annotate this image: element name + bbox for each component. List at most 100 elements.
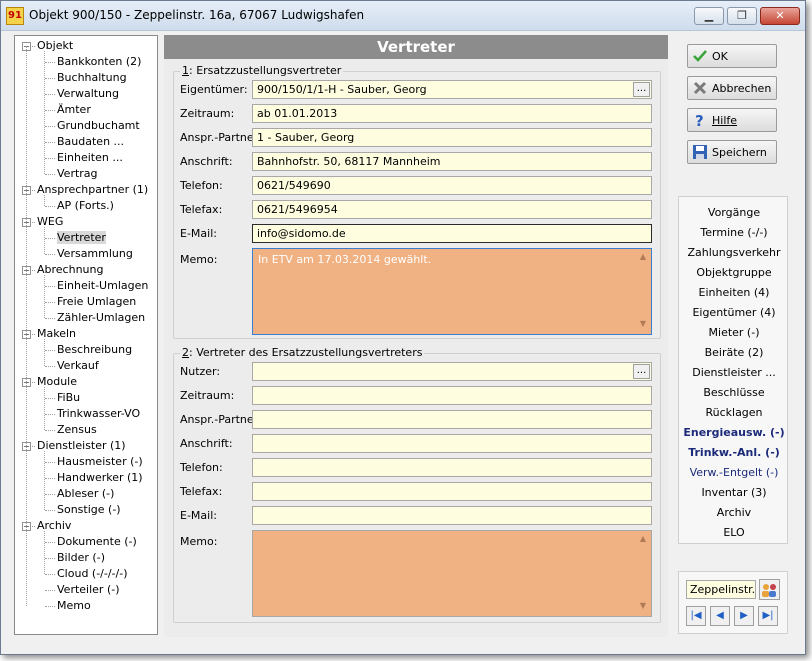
scroll-down-icon[interactable]: ▼: [636, 601, 650, 613]
tree-connector: [45, 142, 55, 143]
tree-item-bankkonten-2[interactable]: Bankkonten (2): [57, 55, 141, 69]
phone2-field[interactable]: [252, 458, 652, 477]
memo2-textarea[interactable]: ▲ ▼: [252, 530, 652, 617]
tree-item-vertrag[interactable]: Vertrag: [57, 167, 98, 181]
address2-field[interactable]: [252, 434, 652, 453]
contact2-field[interactable]: [252, 410, 652, 429]
tree-item-bilder[interactable]: Bilder (-): [57, 551, 105, 565]
contact-field[interactable]: 1 - Sauber, Georg: [252, 128, 652, 147]
email-field[interactable]: info@sidomo.de: [252, 224, 652, 243]
tree-item-ansprechpartner-1[interactable]: Ansprechpartner (1): [37, 183, 148, 197]
tree-item-archiv[interactable]: Archiv: [37, 519, 71, 533]
tree-item-fibu[interactable]: FiBu: [57, 391, 80, 405]
nav-link-zahlungsverkehr[interactable]: Zahlungsverkehr: [679, 246, 789, 260]
scroll-up-icon[interactable]: ▲: [636, 534, 650, 546]
tree-item-zähler-umlagen[interactable]: Zähler-Umlagen: [57, 311, 145, 325]
ok-button[interactable]: OK: [687, 44, 777, 68]
minimize-button[interactable]: ▁: [694, 7, 724, 25]
tree-item-module[interactable]: Module: [37, 375, 77, 389]
period2-field[interactable]: [252, 386, 652, 405]
fax2-field[interactable]: [252, 482, 652, 501]
next-record-button[interactable]: ▶: [734, 606, 754, 626]
address-field[interactable]: Bahnhofstr. 50, 68117 Mannheim: [252, 152, 652, 171]
tree-item-einheiten[interactable]: Einheiten ...: [57, 151, 123, 165]
tree-item-vertreter[interactable]: Vertreter: [57, 231, 106, 245]
tree-item-makeln[interactable]: Makeln: [37, 327, 76, 341]
tree-item-zensus[interactable]: Zensus: [57, 423, 97, 437]
tree-item-objekt[interactable]: Objekt: [37, 39, 73, 53]
nav-link-rücklagen[interactable]: Rücklagen: [679, 406, 789, 420]
tree-item-sonstige[interactable]: Sonstige (-): [57, 503, 121, 517]
scroll-down-icon[interactable]: ▼: [636, 319, 650, 331]
help-button[interactable]: ? Hilfe: [687, 108, 777, 132]
user-browse-button[interactable]: ...: [633, 364, 650, 379]
tree-item-freie-umlagen[interactable]: Freie Umlagen: [57, 295, 136, 309]
nav-link-einheiten-4[interactable]: Einheiten (4): [679, 286, 789, 300]
cancel-button[interactable]: Abbrechen: [687, 76, 777, 100]
nav-link-trinkw-anl[interactable]: Trinkw.-Anl. (-): [679, 446, 789, 460]
tree-item-grundbuchamt[interactable]: Grundbuchamt: [57, 119, 140, 133]
restore-icon: ❐: [737, 9, 747, 22]
period-field[interactable]: ab 01.01.2013: [252, 104, 652, 123]
email2-label: E-Mail:: [180, 509, 217, 522]
nav-link-beiräte-2[interactable]: Beiräte (2): [679, 346, 789, 360]
tree-item-label: Vertreter: [57, 231, 106, 244]
tree-item-verkauf[interactable]: Verkauf: [57, 359, 99, 373]
nav-link-elo[interactable]: ELO: [679, 526, 789, 540]
tree-item-verwaltung[interactable]: Verwaltung: [57, 87, 119, 101]
tree-item-dokumente[interactable]: Dokumente (-): [57, 535, 137, 549]
tree-item-buchhaltung[interactable]: Buchhaltung: [57, 71, 127, 85]
help-icon: ?: [695, 112, 704, 128]
address-selector[interactable]: Zeppelinstr. 16a: [686, 580, 756, 599]
owner-browse-button[interactable]: ...: [633, 82, 650, 97]
nav-link-termine[interactable]: Termine (-/-): [679, 226, 789, 240]
phone-field[interactable]: 0621/549690: [252, 176, 652, 195]
nav-link-energieausw[interactable]: Energieausw. (-): [679, 426, 789, 440]
last-record-button[interactable]: ▶|: [758, 606, 778, 626]
nav-link-objektgruppe[interactable]: Objektgruppe: [679, 266, 789, 280]
tree-item-versammlung[interactable]: Versammlung: [57, 247, 133, 261]
nav-link-inventar-3[interactable]: Inventar (3): [679, 486, 789, 500]
tree-item-ap-forts[interactable]: AP (Forts.): [57, 199, 114, 213]
nav-link-mieter[interactable]: Mieter (-): [679, 326, 789, 340]
tree-item-label: Beschreibung: [57, 343, 133, 356]
restore-button[interactable]: ❐: [727, 7, 757, 25]
tree-item-trinkwasser-vo[interactable]: Trinkwasser-VO: [57, 407, 140, 421]
memo-scrollbar[interactable]: ▲ ▼: [636, 250, 650, 333]
tree-item-ämter[interactable]: Ämter: [57, 103, 91, 117]
tree-item-verteiler[interactable]: Verteiler (-): [57, 583, 120, 597]
nav-link-dienstleister[interactable]: Dienstleister ...: [679, 366, 789, 380]
tree-item-memo[interactable]: Memo: [57, 599, 91, 613]
first-record-button[interactable]: |◀: [686, 606, 706, 626]
tree-connector: [45, 94, 55, 95]
tree-item-beschreibung[interactable]: Beschreibung: [57, 343, 132, 357]
tree-item-ableser[interactable]: Ableser (-): [57, 487, 114, 501]
tree-branch-line: [44, 51, 45, 174]
nav-link-vorgänge[interactable]: Vorgänge: [679, 206, 789, 220]
memo2-scrollbar[interactable]: ▲ ▼: [636, 532, 650, 615]
tree-item-baudaten[interactable]: Baudaten ...: [57, 135, 124, 149]
tree-item-handwerker-1[interactable]: Handwerker (1): [57, 471, 143, 485]
tree-item-weg[interactable]: WEG: [37, 215, 63, 229]
nav-link-archiv[interactable]: Archiv: [679, 506, 789, 520]
previous-record-button[interactable]: ◀: [710, 606, 730, 626]
people-button[interactable]: [759, 579, 780, 600]
email2-field[interactable]: [252, 506, 652, 525]
nav-link-verw-entgelt[interactable]: Verw.-Entgelt (-): [679, 466, 789, 480]
tree-item-cloud[interactable]: Cloud (-/-/-/-): [57, 567, 128, 581]
tree-item-hausmeister[interactable]: Hausmeister (-): [57, 455, 143, 469]
owner-field[interactable]: 900/150/1/1-H - Sauber, Georg ...: [252, 80, 652, 99]
scroll-up-icon[interactable]: ▲: [636, 252, 650, 264]
minimize-icon: ▁: [704, 9, 714, 22]
save-button[interactable]: Speichern: [687, 140, 777, 164]
close-button[interactable]: ✕: [760, 7, 800, 25]
user-field[interactable]: ...: [252, 362, 652, 381]
record-navigation-panel: Zeppelinstr. 16a |◀ ◀ ▶ ▶|: [678, 571, 788, 634]
tree-item-einheit-umlagen[interactable]: Einheit-Umlagen: [57, 279, 148, 293]
nav-link-beschlüsse[interactable]: Beschlüsse: [679, 386, 789, 400]
tree-item-dienstleister-1[interactable]: Dienstleister (1): [37, 439, 126, 453]
memo-textarea[interactable]: In ETV am 17.03.2014 gewählt. ▲ ▼: [252, 248, 652, 335]
nav-link-eigentümer-4[interactable]: Eigentümer (4): [679, 306, 789, 320]
tree-item-abrechnung[interactable]: Abrechnung: [37, 263, 103, 277]
fax-field[interactable]: 0621/5496954: [252, 200, 652, 219]
